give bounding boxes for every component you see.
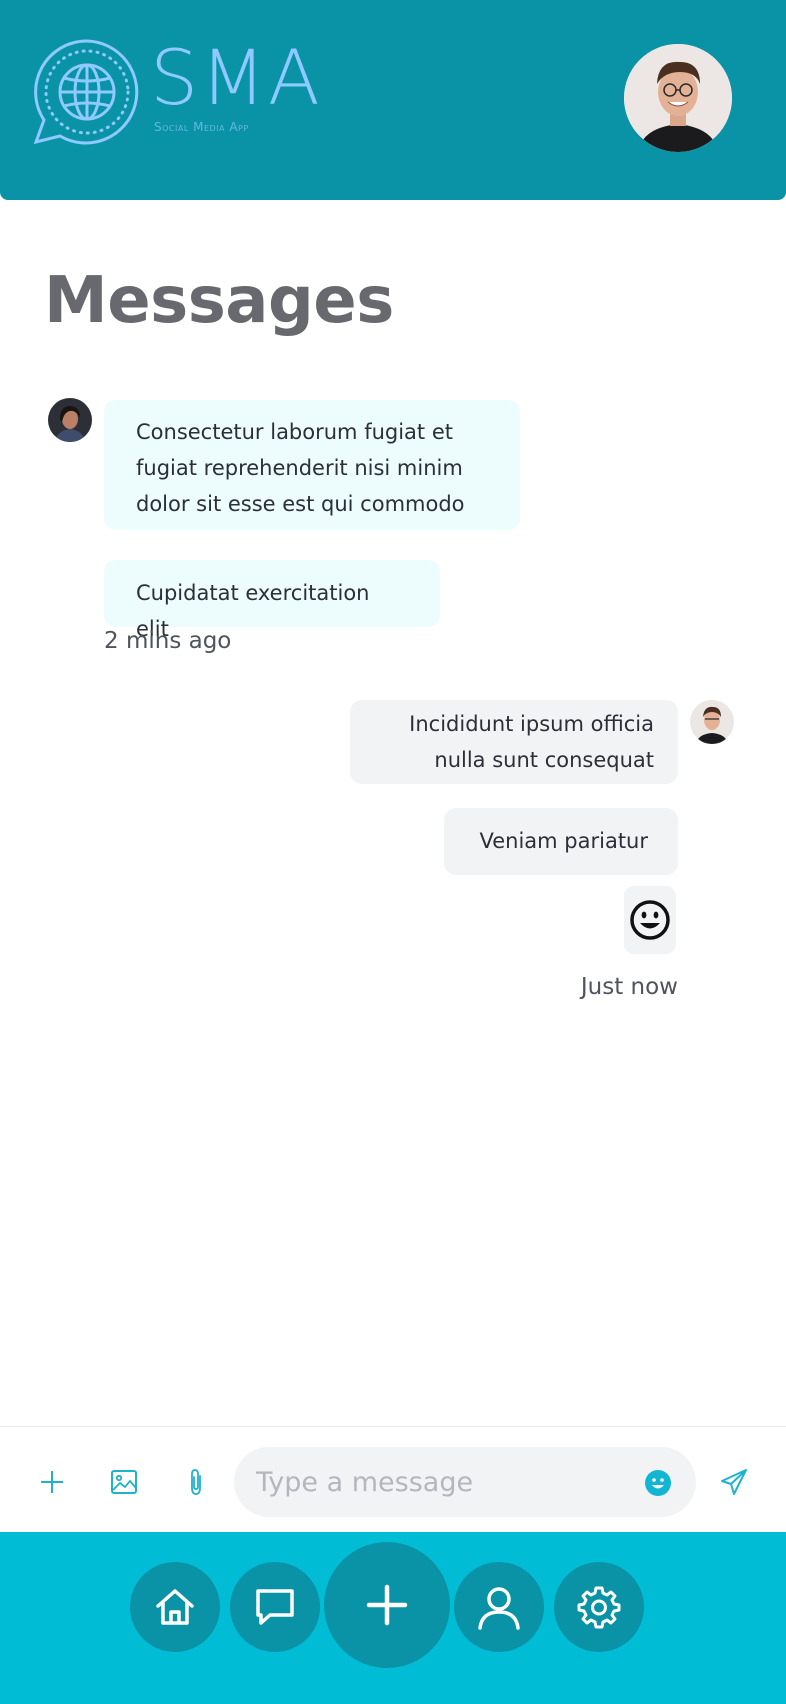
nav-profile-button[interactable]	[454, 1562, 544, 1652]
paperclip-icon[interactable]	[181, 1467, 211, 1497]
user-avatar-icon	[624, 44, 732, 152]
globe-chat-logo-icon	[33, 39, 139, 145]
add-icon	[366, 1584, 408, 1626]
contact-avatar-icon	[48, 398, 92, 442]
plus-icon[interactable]	[37, 1467, 67, 1497]
settings-icon	[577, 1586, 621, 1629]
nav-create-button[interactable]	[324, 1542, 450, 1668]
nav-messages-button[interactable]	[230, 1562, 320, 1652]
bottom-navigation	[0, 1532, 786, 1704]
logo-text: SMA	[150, 33, 322, 122]
outgoing-emoji-message[interactable]	[624, 886, 676, 954]
chat-icon	[256, 1589, 294, 1625]
outgoing-message[interactable]: Incididunt ipsum officia nulla sunt cons…	[350, 700, 678, 784]
app-logo[interactable]: SMA Social Media App	[30, 36, 360, 156]
home-icon	[156, 1589, 194, 1625]
send-icon[interactable]	[719, 1467, 749, 1497]
image-icon[interactable]	[109, 1467, 139, 1497]
smiley-icon	[630, 900, 670, 940]
message-input-container	[234, 1447, 696, 1517]
incoming-message[interactable]: Cupidatat exercitation elit	[104, 560, 440, 641]
nav-home-button[interactable]	[130, 1562, 220, 1652]
message-timestamp: 2 mins ago	[104, 628, 232, 654]
profile-avatar[interactable]	[624, 44, 732, 152]
page-title: Messages	[44, 264, 394, 338]
outgoing-message[interactable]: Veniam pariatur	[444, 808, 678, 875]
incoming-message[interactable]: Consectetur laborum fugiat et fugiat rep…	[104, 400, 520, 530]
nav-settings-button[interactable]	[554, 1562, 644, 1652]
message-composer	[0, 1426, 786, 1532]
my-avatar-icon	[690, 700, 734, 744]
my-avatar[interactable]	[690, 700, 734, 744]
message-timestamp: Just now	[580, 974, 678, 1000]
emoji-icon[interactable]	[644, 1469, 672, 1497]
logo-subtitle: Social Media App	[154, 120, 249, 134]
app-header: SMA Social Media App	[0, 0, 786, 200]
message-input[interactable]	[256, 1447, 616, 1517]
contact-avatar[interactable]	[48, 398, 92, 442]
user-icon	[478, 1587, 520, 1630]
